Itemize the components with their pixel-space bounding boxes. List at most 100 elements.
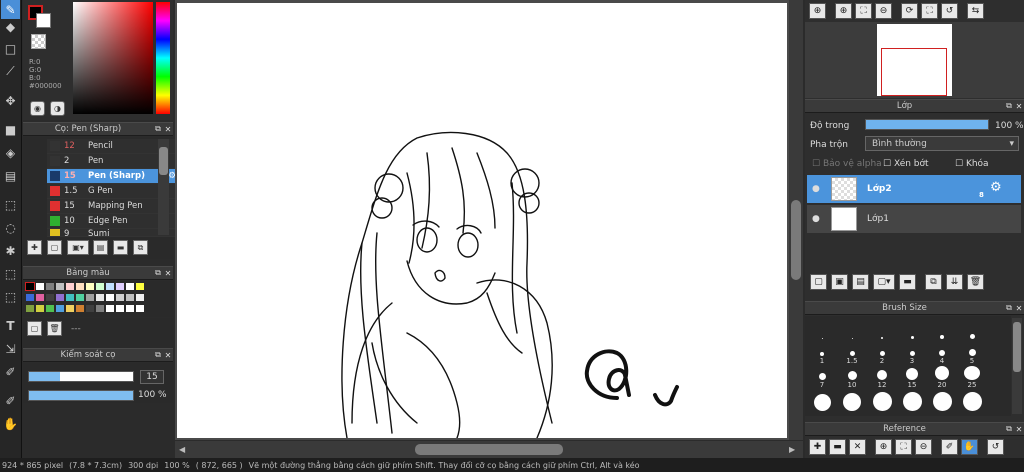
fullscreen-icon[interactable]: ⛶ [921,3,938,19]
popout-icon[interactable]: ⧉ [1004,303,1014,313]
brush-doc-icon[interactable]: ▤ [93,240,108,255]
brush-menu-icon[interactable]: ▣▾ [67,240,89,255]
brush-size-cell[interactable] [957,318,987,341]
palette-swatch[interactable] [56,283,64,290]
select-pen-tool-icon[interactable]: ⬚ [1,264,20,283]
popout-icon[interactable]: ⧉ [153,350,163,360]
new-brush-icon[interactable]: ▢ [47,240,62,255]
palette-swatch[interactable] [126,305,134,312]
scroll-right-icon[interactable]: ▶ [789,445,795,454]
saturation-value-picker[interactable] [73,2,153,114]
fit-icon[interactable]: ⛶ [855,3,872,19]
flip-icon[interactable]: ⇆ [967,3,984,19]
palette-swatch[interactable] [66,294,74,301]
brush-size-cell[interactable]: 10 [837,366,867,389]
palette-swatch[interactable] [26,305,34,312]
palette-icon[interactable]: ◉ [30,101,45,116]
palette-swatch[interactable] [106,305,114,312]
reference-close-icon[interactable]: ✕ [849,439,866,455]
close-icon[interactable]: ✕ [1014,102,1024,111]
merge-layer-icon[interactable]: ⇊ [946,274,963,290]
popout-icon[interactable]: ⧉ [1004,424,1014,434]
palette-swatch[interactable] [136,294,144,301]
hand-tool-icon[interactable]: ✋ [1,414,20,433]
palette-swatch[interactable] [26,294,34,301]
popout-icon[interactable]: ⧉ [153,268,163,278]
palette-swatch[interactable] [96,294,104,301]
reference-open-icon[interactable]: ▬ [829,439,846,455]
horizontal-scrollbar[interactable]: ◀ ▶ [175,441,803,458]
swap-color-icon[interactable]: ◑ [50,101,65,116]
scrollbar-thumb[interactable] [159,147,168,175]
protect-alpha-checkbox[interactable]: ☐ Bảo vệ alpha [812,159,882,169]
lock-checkbox[interactable]: ☐ Khóa [955,159,989,169]
rotate-icon[interactable]: ⟳ [901,3,918,19]
eyedropper-tool-icon[interactable]: ✐ [1,362,20,381]
palette-swatch[interactable] [66,305,74,312]
eye-icon[interactable]: ● [812,214,820,224]
brush-size-cell[interactable] [867,318,897,341]
rectangle-tool-icon[interactable]: □ [1,39,20,58]
reference-eyedropper-icon[interactable]: ✐ [941,439,958,455]
select-eraser-tool-icon[interactable]: ⬚ [1,287,20,306]
brush-size-cell[interactable] [897,318,927,341]
palette-swatch[interactable] [126,294,134,301]
palette-swatch[interactable] [76,305,84,312]
layer-row[interactable]: ● Lớp1 [807,205,1021,233]
palette-swatch[interactable] [36,283,44,290]
brush-size-cell[interactable]: 1.5 [837,342,867,365]
brush-size-cell[interactable] [807,390,837,413]
reference-zoom-out-icon[interactable]: ⊖ [915,439,932,455]
palette-swatch[interactable] [86,305,94,312]
brush-size-slider[interactable] [28,371,134,382]
layer-row-selected[interactable]: ● Lớp2 8 ⚙ [807,175,1021,203]
palette-swatch[interactable] [76,283,84,290]
fill-rect-tool-icon[interactable]: ■ [1,120,20,139]
lasso-tool-icon[interactable]: ◌ [1,218,20,237]
palette-swatch[interactable] [96,283,104,290]
move-tool-icon[interactable]: ✥ [1,91,20,110]
popout-icon[interactable]: ⧉ [1004,101,1014,111]
brush-size-cell[interactable]: 4 [927,342,957,365]
divide-tool-icon[interactable]: ⇲ [1,339,20,358]
drawing-canvas[interactable] [177,3,787,439]
scrollbar-thumb[interactable] [1013,322,1021,372]
brush-list-scrollbar[interactable] [158,139,169,235]
brush-add-icon[interactable]: ✚ [27,240,42,255]
palette-swatch[interactable] [136,283,144,290]
brush-size-cell[interactable] [837,390,867,413]
text-tool-icon[interactable]: T [1,316,20,335]
new-palette-icon[interactable]: ▢ [27,321,42,336]
new-layer-icon[interactable]: ▢ [810,274,827,290]
reference-add-icon[interactable]: ✚ [809,439,826,455]
gear-icon[interactable]: ⚙ [990,180,1002,195]
scroll-left-icon[interactable]: ◀ [179,445,185,454]
brush-size-cell[interactable]: 3 [897,342,927,365]
palette-swatch[interactable] [36,294,44,301]
pen-tool-icon[interactable]: ⟋ [1,62,20,81]
layer-folder-icon[interactable]: ▬ [899,274,916,290]
scrollbar-thumb[interactable] [791,200,801,280]
brush-size-cell[interactable]: 7 [807,366,837,389]
navigator-preview[interactable] [805,22,1024,98]
palette-swatch[interactable] [25,282,35,291]
layer-opacity-slider[interactable] [865,119,989,130]
blend-mode-select[interactable]: Bình thường ▾ [865,136,1019,151]
palette-swatch[interactable] [96,305,104,312]
palette-swatch[interactable] [106,283,114,290]
reference-hand-icon[interactable]: ✋ [961,439,978,455]
duplicate-icon[interactable]: ⧉ [133,240,148,255]
palette-swatch[interactable] [86,294,94,301]
new-layer-3-icon[interactable]: ▤ [852,274,869,290]
brush-size-cell[interactable]: 1 [807,342,837,365]
brush-size-cell[interactable]: 2 [867,342,897,365]
popout-icon[interactable]: ⧉ [153,124,163,134]
palette-swatch[interactable] [116,305,124,312]
folder-icon[interactable]: ▬ [113,240,128,255]
palette-swatch[interactable] [116,294,124,301]
palette-swatch[interactable] [56,305,64,312]
close-icon[interactable]: ✕ [1014,425,1024,434]
layer-menu-icon[interactable]: ▢▾ [873,274,895,290]
palette-swatch[interactable] [86,283,94,290]
palette-swatch[interactable] [76,294,84,301]
